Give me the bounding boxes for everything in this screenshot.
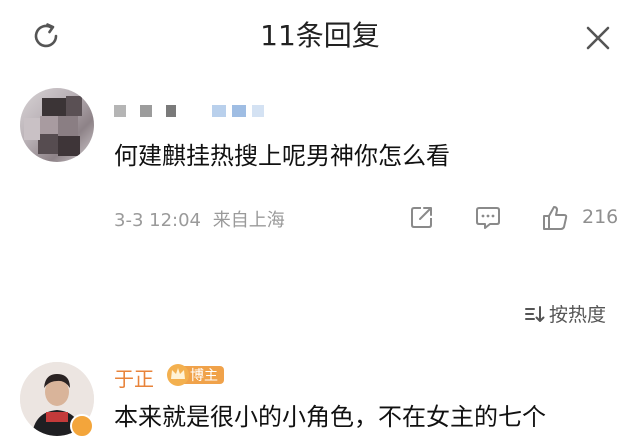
like-button[interactable]: [540, 203, 570, 233]
verified-badge-icon: [70, 414, 94, 438]
sort-label: 按热度: [549, 304, 607, 326]
share-button[interactable]: [408, 203, 438, 233]
comment-text: 何建麒挂热搜上呢男神你怎么看: [114, 142, 450, 170]
avatar[interactable]: [20, 88, 94, 162]
comment-meta: 3-3 12:04 来自上海: [114, 206, 285, 232]
author-name[interactable]: 于正: [114, 363, 154, 392]
username-redacted[interactable]: [114, 102, 278, 120]
comment-text: 本来就是很小的小角色，不在女主的七个: [114, 403, 546, 431]
badge-label: 博主: [190, 368, 218, 384]
author-badge: 博主: [166, 362, 224, 387]
sort-icon: [525, 305, 545, 322]
page-title: 11条回复: [260, 19, 380, 52]
share-icon: [411, 207, 432, 228]
thumbs-up-icon: [543, 206, 568, 230]
comment-icon: [476, 207, 500, 229]
reply-button[interactable]: [474, 203, 504, 233]
comment-date: 3-3 12:04: [114, 210, 201, 231]
like-count: 216: [582, 206, 619, 228]
close-button[interactable]: [576, 16, 620, 60]
comment-location: 来自上海: [212, 210, 285, 231]
sort-by-popularity[interactable]: 按热度: [524, 300, 606, 327]
close-icon: [586, 26, 610, 50]
